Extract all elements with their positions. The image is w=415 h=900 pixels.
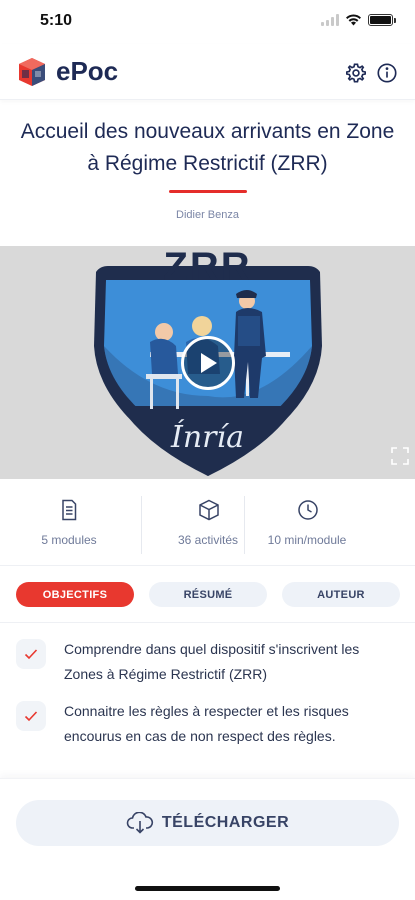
wifi-icon (346, 14, 361, 26)
tab-resume[interactable]: RÉSUMÉ (149, 582, 267, 607)
course-title: Accueil des nouveaux arrivants en Zone à… (20, 120, 395, 175)
course-author: Didier Benza (176, 209, 239, 221)
status-time: 5:10 (40, 12, 73, 29)
course-tabs: OBJECTIFS RÉSUMÉ AUTEUR (0, 582, 415, 608)
status-bar: 5:10 (0, 0, 415, 44)
cube-icon (199, 499, 219, 521)
fullscreen-icon[interactable] (390, 446, 410, 466)
play-button[interactable] (181, 336, 235, 390)
info-icon[interactable] (376, 62, 398, 84)
course-stats: 5 modules 36 activités 10 min/module (0, 486, 415, 566)
objective-text: Connaitre les règles à respecter et les … (64, 703, 349, 744)
status-icons (321, 14, 396, 26)
clock-icon (298, 500, 318, 520)
settings-icon[interactable] (345, 62, 367, 84)
cloud-download-icon (126, 812, 153, 834)
video-brand-text: Ínría (171, 420, 244, 455)
checkmark-icon (16, 639, 46, 669)
tab-auteur[interactable]: AUTEUR (282, 582, 400, 607)
home-indicator[interactable] (135, 886, 280, 891)
app-header: ePoc (0, 44, 415, 100)
app-logo-icon (19, 58, 45, 86)
stat-duration: 10 min/module (238, 486, 376, 566)
title-underline (169, 190, 247, 193)
app-title: ePoc (56, 56, 119, 86)
stat-modules-label: 5 modules (41, 533, 97, 547)
objective-text: Comprendre dans quel dispositif s'inscri… (64, 641, 360, 682)
download-button[interactable]: TÉLÉCHARGER (16, 800, 399, 846)
play-icon (201, 353, 217, 373)
tab-objectifs[interactable]: OBJECTIFS (16, 582, 134, 607)
document-icon (62, 499, 77, 521)
battery-icon (368, 14, 396, 26)
video-poster-title: ZRR (163, 246, 252, 289)
download-label: TÉLÉCHARGER (161, 814, 290, 831)
stat-duration-label: 10 min/module (267, 533, 347, 547)
tab-divider (0, 622, 415, 623)
stat-modules: 5 modules (0, 486, 138, 566)
checkmark-icon (16, 701, 46, 731)
signal-icon (321, 14, 339, 26)
